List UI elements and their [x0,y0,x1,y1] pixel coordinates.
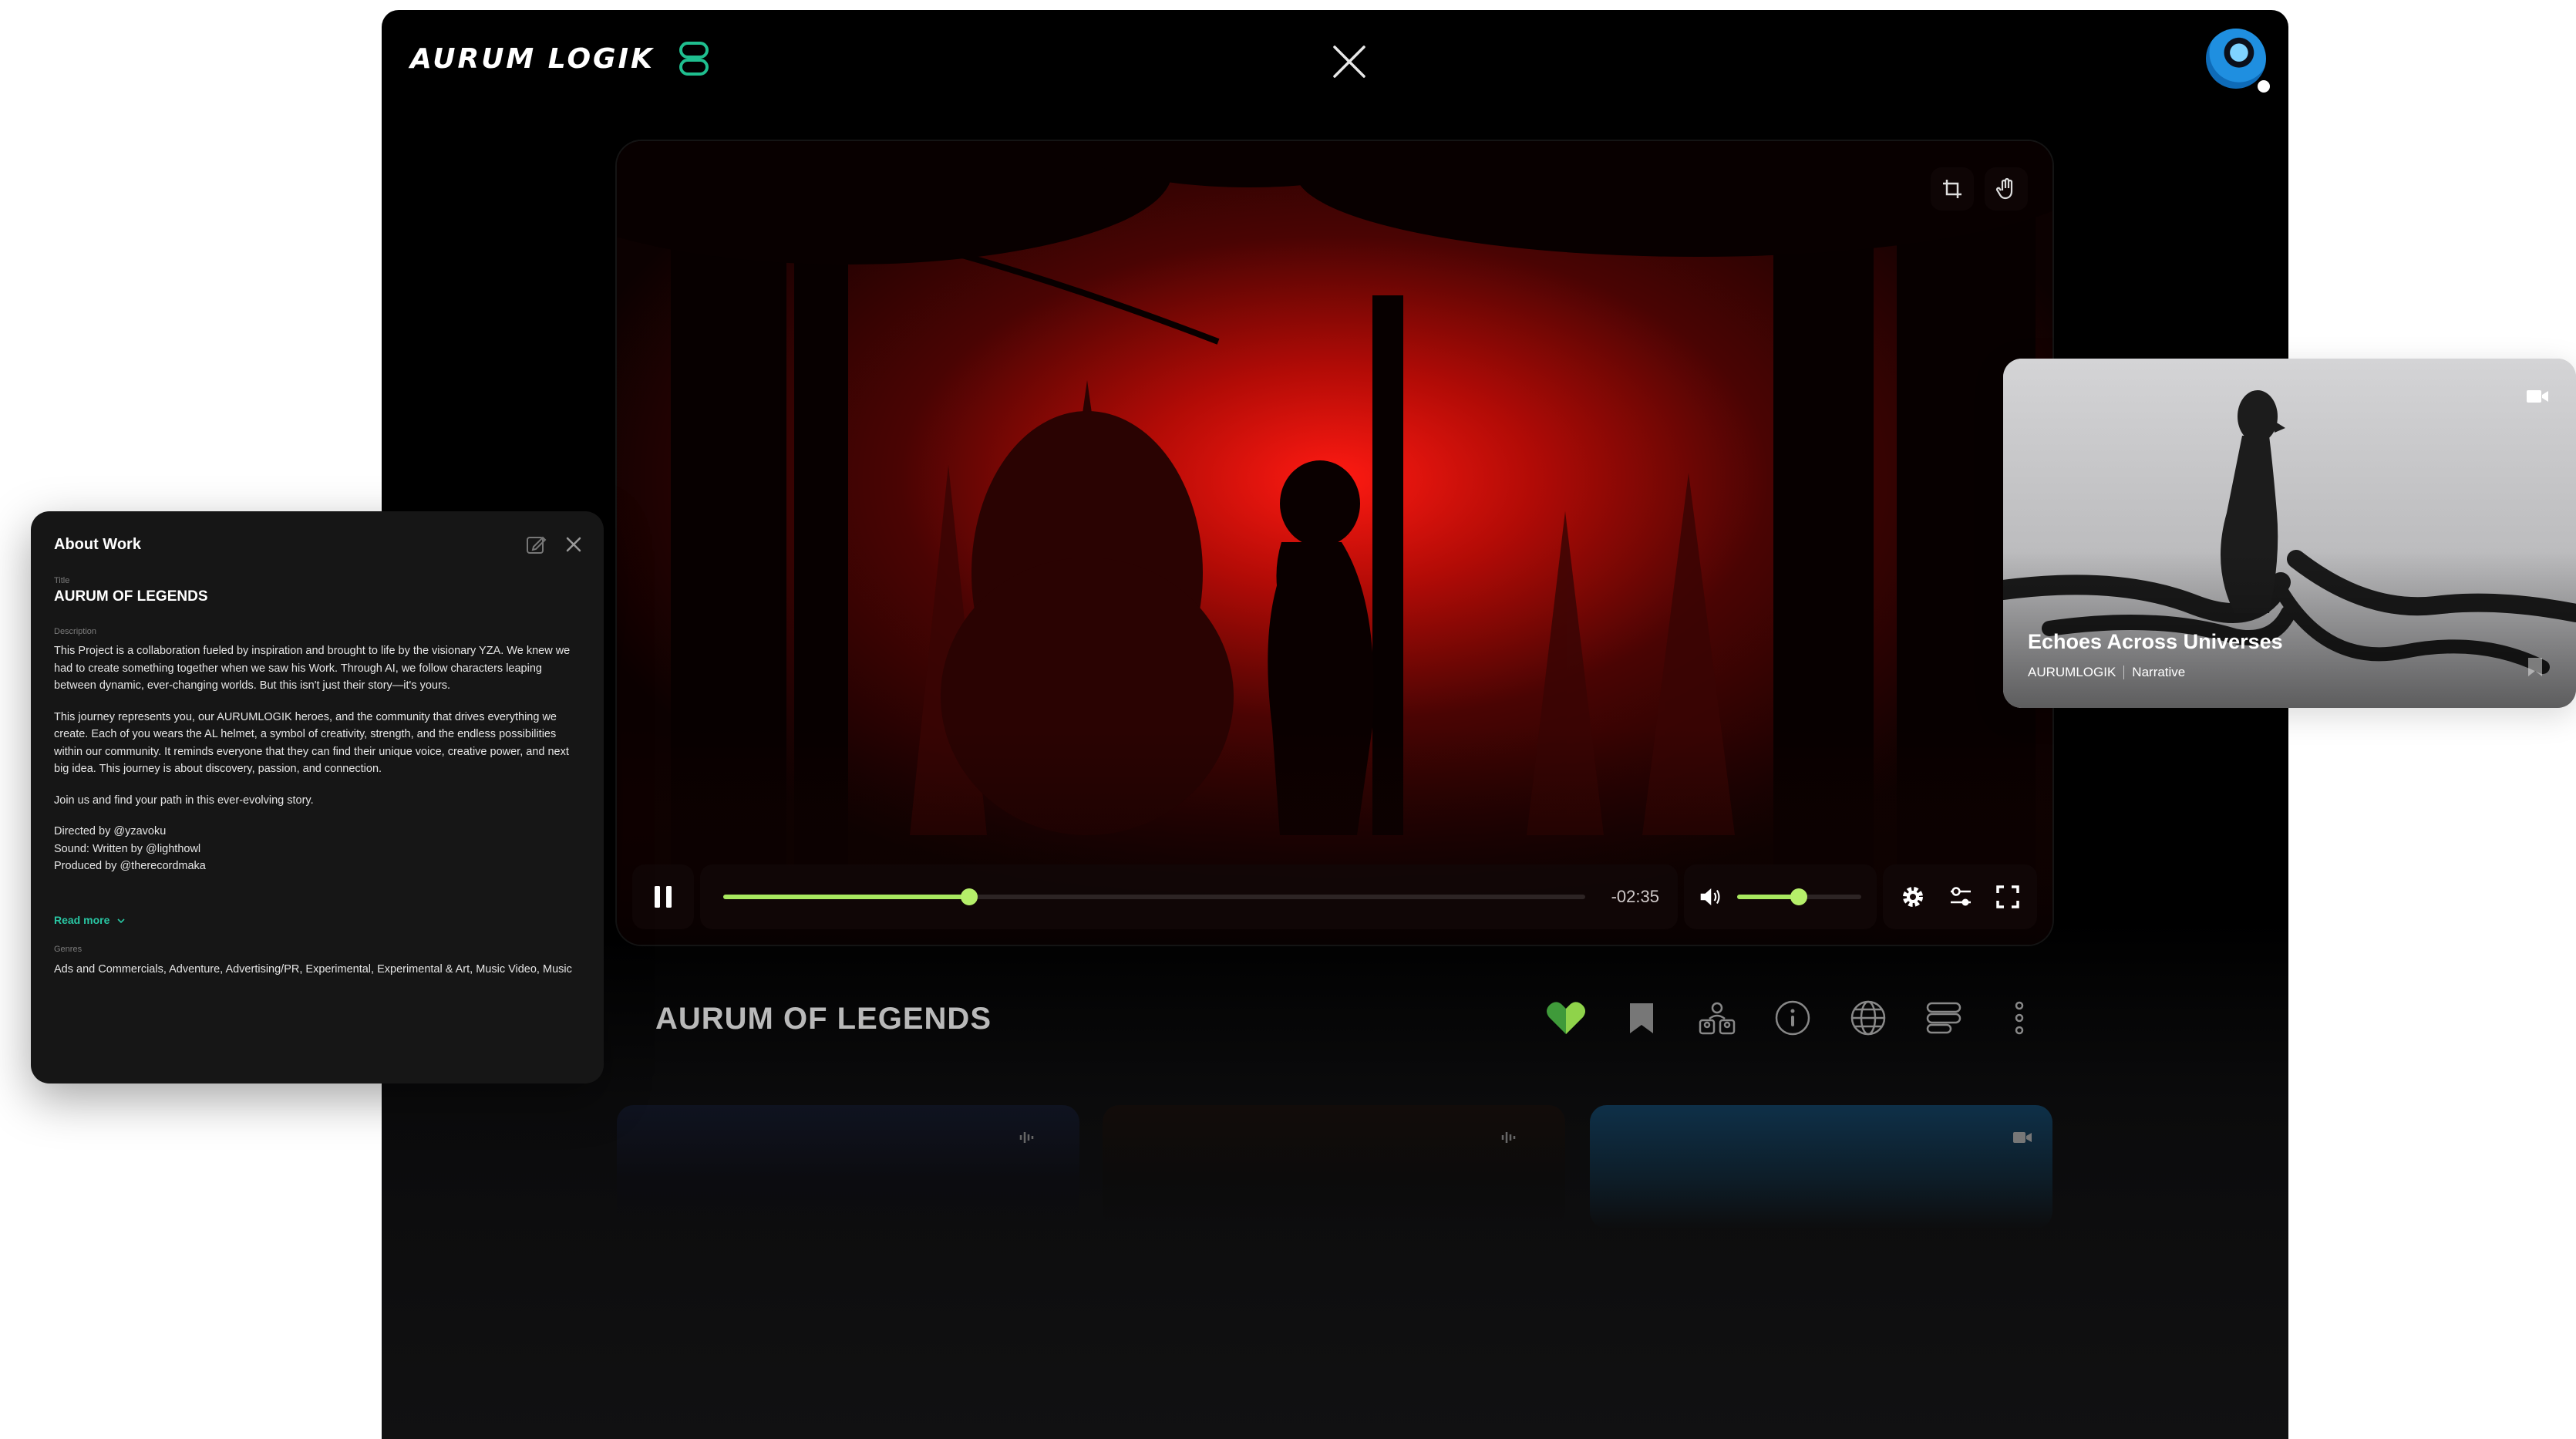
info-icon [1775,1000,1810,1036]
work-title: AURUM OF LEGENDS [655,1002,992,1036]
card-title: Echoes Across Universes [2028,630,2283,653]
credit-sound: Sound: Written by @lighthowl [54,842,201,855]
related-item[interactable] [1103,1105,1565,1228]
language-button[interactable] [1844,994,1892,1042]
work-title: AURUM OF LEGENDS [54,588,208,605]
settings-gear-icon[interactable] [1900,884,1926,910]
description-paragraph: This journey represents you, our AURUMLO… [54,710,569,776]
about-work-panel: About Work Title AURUM OF LEGENDS Descri… [31,511,604,1083]
video-player[interactable]: -02:35 [617,141,2052,945]
title-label: Title [54,576,70,585]
volume-fill [1736,895,1800,899]
featured-work-card[interactable]: Echoes Across Universes AURUMLOGIK Narra… [2003,359,2576,708]
action-bar [1542,994,2043,1042]
hand-icon [1995,177,2013,200]
player-options [1883,864,2037,929]
credit-director: Directed by @yzavoku [54,825,167,837]
audio-icon [1019,1132,1034,1143]
adjust-sliders-icon[interactable] [1948,884,1974,910]
related-item[interactable] [617,1105,1079,1228]
related-works [617,1105,2052,1228]
description-paragraph: This Project is a collaboration fueled b… [54,645,571,692]
card-thumbnail [2003,359,2576,708]
description-label: Description [54,627,97,636]
brand-logo-text: AURUM LOGIK [410,42,655,75]
people-icon [1699,1002,1736,1035]
video-camera-icon [2527,390,2548,403]
audio-icon [1501,1132,1516,1143]
card-meta: AURUMLOGIK Narrative [2028,665,2185,680]
video-camera-icon [2013,1132,2032,1143]
hand-tool-button[interactable] [1985,167,2028,211]
crop-button[interactable] [1931,167,1974,211]
video-frame [617,141,2052,945]
description-paragraph: Join us and find your path in this ever-… [54,794,314,807]
genres-label: Genres [54,945,82,954]
volume-slider[interactable] [1736,888,1861,905]
brand-logo-icon [678,41,710,76]
pause-icon [655,886,672,908]
edit-icon[interactable] [524,533,547,556]
top-bar: AURUM LOGIK [382,10,2288,118]
volume-handle[interactable] [1790,888,1808,905]
like-button[interactable] [1542,994,1590,1042]
work-header: AURUM OF LEGENDS [655,988,2043,1057]
pause-button[interactable] [632,864,694,929]
meta-divider [2123,666,2125,679]
crop-icon [1943,180,1961,198]
online-status-dot [2255,78,2272,95]
more-icon [2015,1001,2024,1035]
info-button[interactable] [1769,994,1817,1042]
list-icon [1926,1002,1961,1034]
app-window: AURUM LOGIK -02:35 AURUM OF LEGENDS [382,10,2288,1439]
time-remaining: -02:35 [1611,887,1659,906]
genres-list: Ads and Commercials, Adventure, Advertis… [54,963,572,976]
progress-track[interactable] [723,888,1585,905]
read-more-label: Read more [54,914,110,926]
card-author[interactable]: AURUMLOGIK [2028,665,2116,680]
close-icon[interactable] [562,533,585,556]
globe-icon [1850,1000,1886,1036]
playlist-button[interactable] [1920,994,1968,1042]
card-category: Narrative [2132,665,2186,679]
brand[interactable]: AURUM LOGIK [410,41,710,76]
fullscreen-icon[interactable] [1995,885,2020,909]
credit-producer: Produced by @therecordmaka [54,860,206,872]
related-item[interactable] [1590,1105,2052,1228]
close-icon[interactable] [1328,41,1370,83]
volume-control [1684,864,1877,929]
bookmark-icon[interactable] [2526,655,2544,679]
volume-icon[interactable] [1699,885,1722,908]
progress-handle[interactable] [960,888,978,905]
progress-fill [723,895,969,899]
heart-icon [1547,1002,1585,1034]
player-controls: -02:35 [632,864,2037,929]
read-more-link[interactable]: Read more [54,914,125,926]
description: This Project is a collaboration fueled b… [54,642,583,875]
more-options-button[interactable] [1995,994,2043,1042]
progress-bar[interactable]: -02:35 [700,864,1678,929]
collaborators-button[interactable] [1693,994,1741,1042]
bookmark-icon [1630,1003,1653,1033]
save-button[interactable] [1618,994,1665,1042]
chevron-down-icon [117,914,125,926]
panel-title: About Work [54,536,141,553]
